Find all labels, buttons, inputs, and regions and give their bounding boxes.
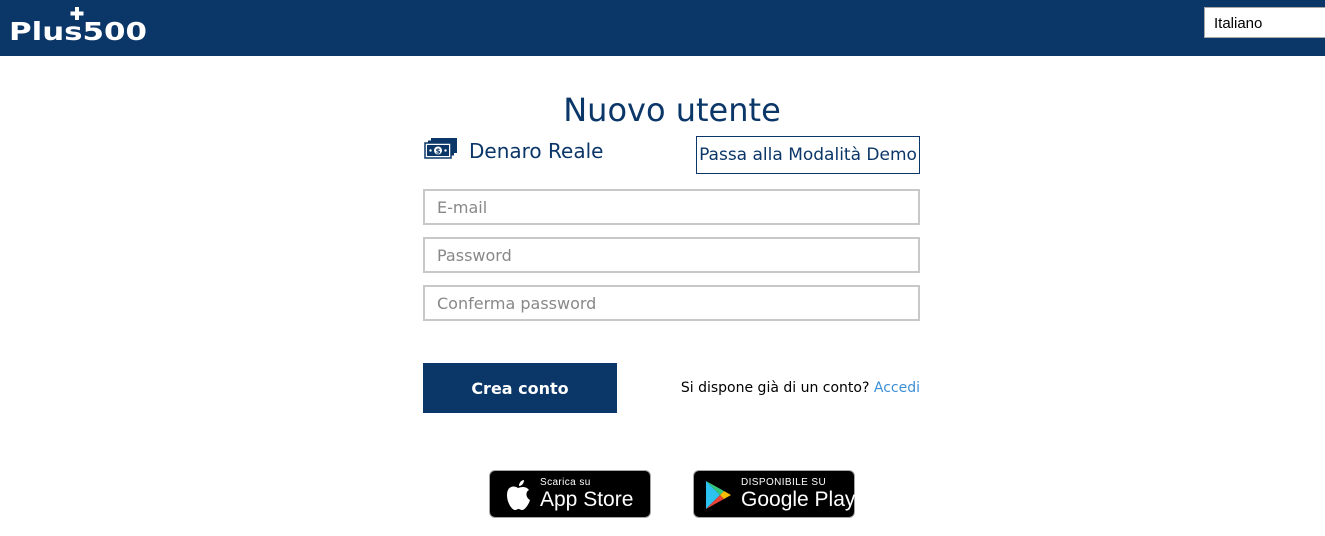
app-store-big-text: App Store — [540, 488, 634, 511]
switch-demo-mode-button[interactable]: Passa alla Modalità Demo — [696, 136, 920, 174]
plus500-logo[interactable]: Plus500 — [9, 7, 149, 43]
password-field[interactable] — [423, 237, 920, 273]
google-play-small-text: DISPONIBILE SU — [741, 477, 827, 488]
page-title: Nuovo utente — [563, 91, 781, 130]
language-selected-value: Italiano — [1214, 15, 1263, 32]
create-account-button[interactable]: Crea conto — [423, 363, 617, 413]
top-bar: Plus500 Italiano — [0, 0, 1325, 56]
account-mode-label: Denaro Reale — [469, 139, 604, 163]
apple-icon — [507, 480, 530, 510]
app-store-badge[interactable]: Scarica su App Store — [489, 470, 651, 518]
money-icon: $ — [424, 138, 457, 159]
google-play-big-text: Google Play — [741, 488, 856, 511]
google-play-badge[interactable]: DISPONIBILE SU Google Play — [693, 470, 855, 518]
confirm-password-field[interactable] — [423, 285, 920, 321]
login-link[interactable]: Accedi — [874, 380, 920, 396]
email-field[interactable] — [423, 189, 920, 225]
login-prompt: Si dispone già di un conto? Accedi — [681, 380, 920, 396]
app-store-small-text: Scarica su — [540, 477, 591, 488]
logo-text: Plus500 — [9, 17, 147, 43]
login-prompt-text: Si dispone già di un conto? — [680, 380, 870, 396]
language-select[interactable]: Italiano — [1204, 7, 1325, 38]
svg-text:$: $ — [436, 148, 441, 156]
google-play-icon — [706, 481, 731, 509]
